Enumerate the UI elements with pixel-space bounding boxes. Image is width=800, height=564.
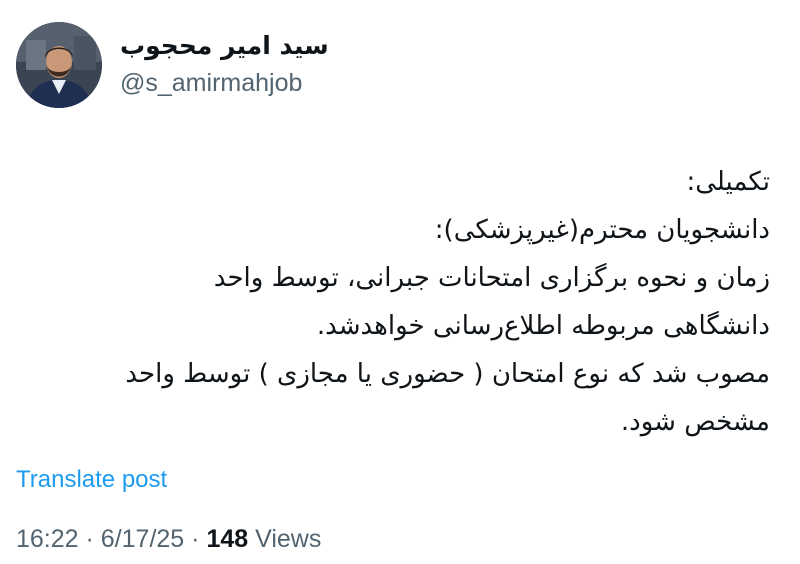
post-text-line: مشخص شود.: [620, 407, 770, 437]
post-header: سید امیر محجوب @s_amirmahjob: [16, 22, 329, 108]
views-label: Views: [255, 525, 322, 553]
author-info: سید امیر محجوب @s_amirmahjob: [120, 29, 329, 101]
author-name[interactable]: سید امیر محجوب: [120, 29, 329, 63]
post-text-line: مصوب شد که نوع امتحان ( حضوری یا مجازی )…: [125, 359, 770, 389]
post-date[interactable]: 6/17/25: [101, 525, 184, 553]
post-text-line: دانشگاهی مربوطه اطلاع‌رسانی خواهدشد.: [316, 311, 770, 341]
post-time[interactable]: 16:22: [16, 525, 79, 553]
views-count: 148: [206, 525, 249, 553]
post-text-line: تکمیلی:: [686, 167, 770, 197]
post-text: تکمیلی: دانشجویان محترم(غیرپزشکی): زمان …: [10, 158, 770, 446]
post-text-line: زمان و نحوه برگزاری امتحانات جبرانی، توس…: [213, 263, 770, 293]
post-text-line: دانشجویان محترم(غیرپزشکی):: [434, 215, 770, 245]
translate-post-link[interactable]: Translate post: [16, 466, 167, 494]
meta-separator: ·: [191, 525, 200, 553]
meta-separator: ·: [85, 525, 94, 553]
post-meta: 16:22 · 6/17/25 · 148 Views: [16, 525, 321, 554]
avatar[interactable]: [16, 22, 102, 108]
author-handle[interactable]: @s_amirmahjob: [120, 65, 329, 101]
